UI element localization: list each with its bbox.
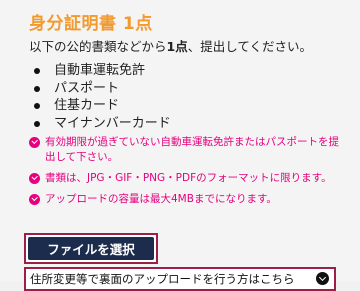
check-circle-icon (29, 194, 40, 205)
note-text: 有効期限が過ぎていない自動車運転免許またはパスポートを提出して下さい。 (45, 136, 339, 163)
document-item-passport: パスポート (34, 80, 171, 98)
note-item: 有効期限が過ぎていない自動車運転免許またはパスポートを提出して下さい。 (29, 135, 349, 165)
check-circle-icon (29, 173, 40, 184)
back-side-link-highlight: 住所変更等で裏面のアップロードを行う方はこちら (24, 267, 336, 291)
accepted-documents-list: 自動車運転免許 パスポート 住基カード マイナンバーカード (34, 62, 171, 132)
chevron-down-icon[interactable] (316, 272, 329, 285)
select-file-button[interactable]: ファイルを選択 (28, 237, 154, 260)
instruction-text-before: 以下の公的書類などから (29, 39, 167, 54)
instruction-count: 1点 (166, 39, 188, 54)
instruction-text: 以下の公的書類などから1点、提出してください。 (29, 36, 312, 55)
note-text: 書類は、JPG・GIF・PNG・PDFのフォーマットに限ります。 (45, 172, 332, 184)
document-item-juki-card: 住基カード (34, 97, 171, 115)
identity-document-card: 身分証明書 1点 以下の公的書類などから1点、提出してください。 自動車運転免許… (0, 0, 360, 291)
check-circle-icon (29, 137, 40, 148)
note-text: アップロードの容量は最大4MBまでになります。 (45, 193, 277, 205)
instruction-text-after: 、提出してください。 (187, 39, 312, 54)
note-item: 書類は、JPG・GIF・PNG・PDFのフォーマットに限ります。 (29, 171, 349, 186)
section-title: 身分証明書 1点 (29, 14, 153, 34)
document-item-my-number-card: マイナンバーカード (34, 115, 171, 133)
notes-list: 有効期限が過ぎていない自動車運転免許またはパスポートを提出して下さい。 書類は、… (29, 135, 349, 213)
select-file-highlight: ファイルを選択 (24, 233, 158, 264)
note-item: アップロードの容量は最大4MBまでになります。 (29, 192, 349, 207)
back-side-upload-link[interactable]: 住所変更等で裏面のアップロードを行う方はこちら (30, 271, 295, 287)
document-item-drivers-license: 自動車運転免許 (34, 62, 171, 80)
